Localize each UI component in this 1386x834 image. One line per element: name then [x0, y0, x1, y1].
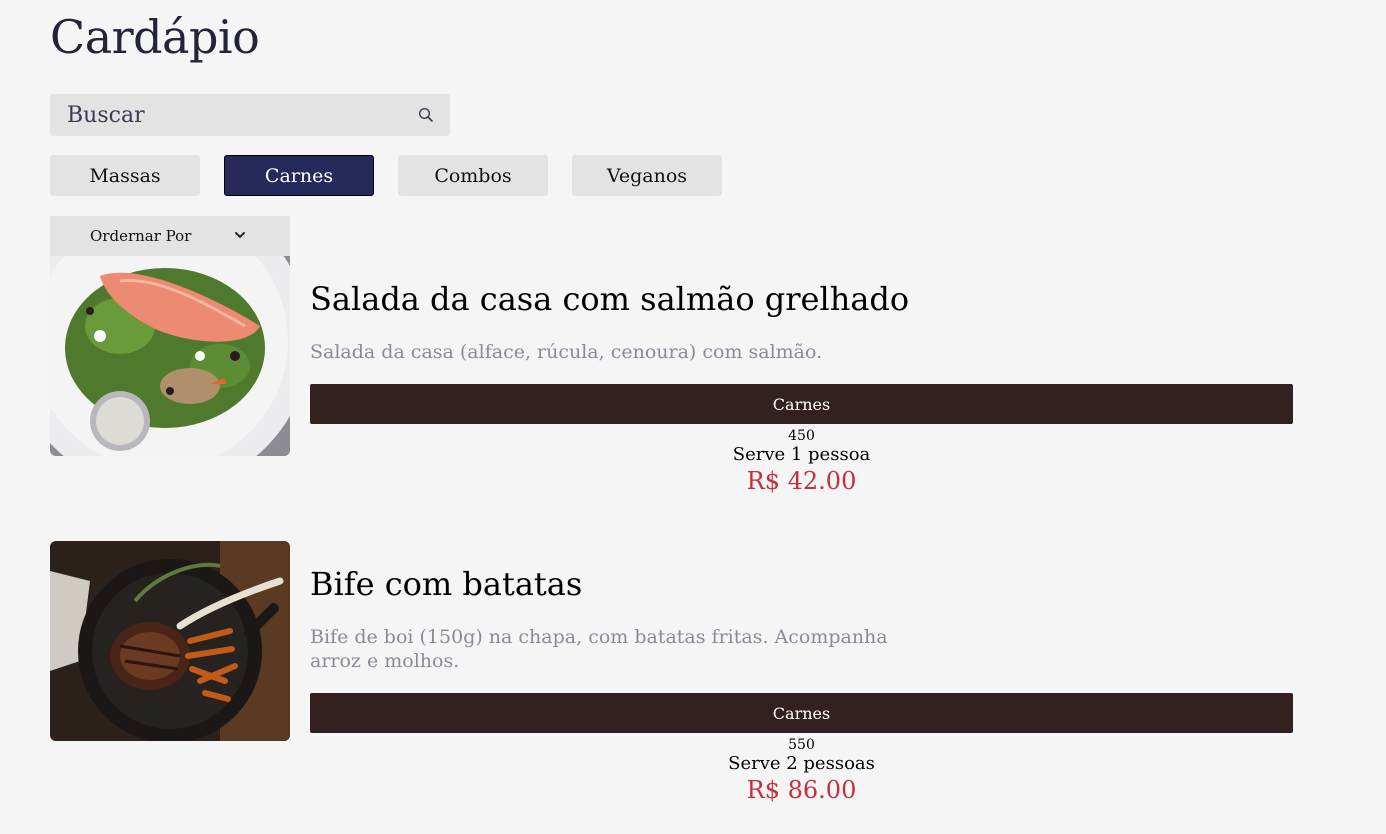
search-bar	[50, 94, 450, 136]
tab-veganos[interactable]: Veganos	[572, 155, 722, 196]
sort-dropdown[interactable]: Ordernar Por	[50, 216, 290, 256]
item-description: Bife de boi (150g) na chapa, com batatas…	[310, 626, 888, 672]
item-weight: 450	[788, 428, 815, 444]
tab-massas[interactable]: Massas	[50, 155, 200, 196]
tab-combos[interactable]: Combos	[398, 155, 548, 196]
search-input[interactable]	[50, 94, 410, 136]
item-description: Salada da casa (alface, rúcula, cenoura)…	[310, 341, 823, 363]
steak-image	[50, 541, 290, 741]
menu-item[interactable]: Salada da casa com salmão grelhado Salad…	[50, 256, 1293, 506]
item-serves: Serve 2 pessoas	[728, 753, 875, 774]
item-meta: 550 Serve 2 pessoas R$ 86.00	[310, 737, 1293, 805]
category-tabs: Massas Carnes Combos Veganos	[50, 155, 722, 196]
search-icon[interactable]	[418, 107, 434, 123]
item-name: Bife com batatas	[310, 565, 583, 603]
item-price: R$ 86.00	[746, 776, 857, 804]
chevron-down-icon	[235, 232, 245, 238]
menu-item[interactable]: Bife com batatas Bife de boi (150g) na c…	[50, 541, 1293, 811]
sort-label: Ordernar Por	[90, 227, 192, 245]
category-badge: Carnes	[310, 693, 1293, 733]
item-meta: 450 Serve 1 pessoa R$ 42.00	[310, 428, 1293, 496]
salmon-salad-image	[50, 256, 290, 456]
category-badge: Carnes	[310, 384, 1293, 424]
item-serves: Serve 1 pessoa	[732, 444, 871, 465]
page-title: Cardápio	[50, 10, 260, 64]
item-price: R$ 42.00	[746, 467, 857, 495]
item-weight: 550	[788, 737, 815, 753]
tab-carnes[interactable]: Carnes	[224, 155, 374, 196]
item-name: Salada da casa com salmão grelhado	[310, 280, 910, 318]
